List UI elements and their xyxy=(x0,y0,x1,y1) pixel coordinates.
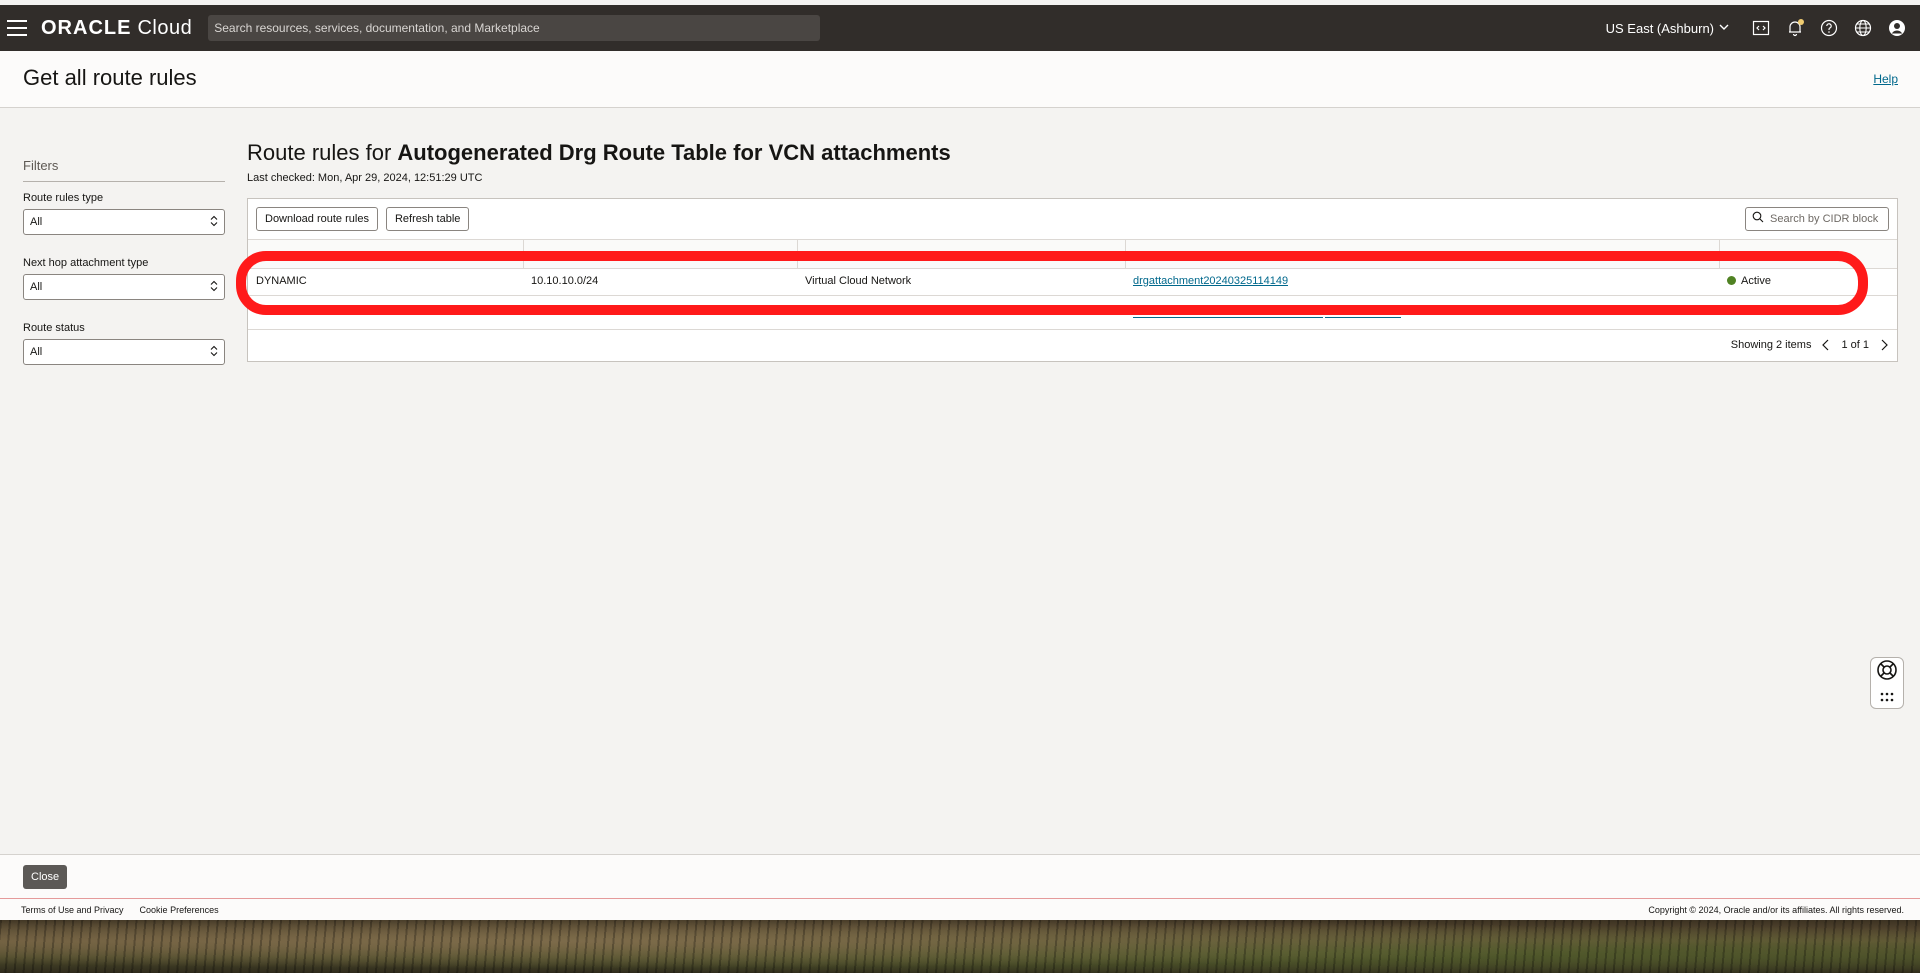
route-type-cell: DYNAMIC xyxy=(256,275,307,287)
search-icon xyxy=(1752,210,1764,228)
cidr-search-input[interactable] xyxy=(1768,212,1890,226)
page-title: Get all route rules xyxy=(23,65,197,90)
legal-links: Terms of Use and Privacy Cookie Preferen… xyxy=(21,905,219,915)
route-rules-table: Download route rules Refresh table DYNAM… xyxy=(247,198,1898,362)
help-link[interactable]: Help xyxy=(1873,72,1898,86)
hamburger-menu-icon[interactable] xyxy=(7,20,27,36)
chevron-down-icon xyxy=(1718,21,1730,36)
select-arrows-icon xyxy=(210,345,218,360)
download-route-rules-button[interactable]: Download route rules xyxy=(256,207,378,231)
route-table-name: Autogenerated Drg Route Table for VCN at… xyxy=(397,140,951,165)
filters-panel: Filters Route rules type All Next hop at… xyxy=(23,158,225,387)
select-value: All xyxy=(30,346,43,358)
next-hop-type-cell: Virtual Cloud Network xyxy=(805,275,912,287)
table-toolbar: Download route rules Refresh table xyxy=(256,207,470,231)
select-arrows-icon xyxy=(210,280,218,295)
console-frame: ORACLECloud US East (Ashburn) xyxy=(0,0,1920,920)
next-hop-attachment-type-select[interactable]: All xyxy=(23,274,225,300)
filter-label: Next hop attachment type xyxy=(23,257,149,269)
route-table-title: Route rules for Autogenerated Drg Route … xyxy=(247,140,1898,166)
table-header-row xyxy=(248,239,1897,269)
cookie-preferences-link[interactable]: Cookie Preferences xyxy=(140,905,219,915)
partially-hidden-link[interactable] xyxy=(1133,317,1323,318)
global-search-input[interactable] xyxy=(208,15,821,41)
user-avatar-icon[interactable] xyxy=(1886,17,1908,39)
last-checked-timestamp: Last checked: Mon, Apr 29, 2024, 12:51:2… xyxy=(247,172,483,184)
table-row xyxy=(248,295,1897,324)
page-footer: Close xyxy=(0,854,1920,899)
terms-of-use-link[interactable]: Terms of Use and Privacy xyxy=(21,905,124,915)
lifebuoy-icon xyxy=(1876,659,1898,686)
brand-sub-text: Cloud xyxy=(137,16,193,39)
legal-bar: Terms of Use and Privacy Cookie Preferen… xyxy=(0,898,1920,920)
previous-page-button[interactable] xyxy=(1821,339,1831,351)
next-page-button[interactable] xyxy=(1879,339,1889,351)
filter-route-rules-type: Route rules type All xyxy=(23,192,225,235)
refresh-table-button[interactable]: Refresh table xyxy=(385,207,470,231)
support-widget[interactable] xyxy=(1870,657,1904,709)
table-row: DYNAMIC 10.10.10.0/24 Virtual Cloud Netw… xyxy=(248,267,1897,295)
status-label: Active xyxy=(1741,275,1771,287)
copyright-text: Copyright © 2024, Oracle and/or its affi… xyxy=(1648,905,1904,915)
column-divider[interactable] xyxy=(1719,240,1720,268)
top-navigation-bar: ORACLECloud US East (Ashburn) xyxy=(0,5,1920,51)
attachment-link[interactable]: drgattachment20240325114149 xyxy=(1133,267,1288,295)
bell-icon[interactable] xyxy=(1784,17,1806,39)
cidr-search-field[interactable] xyxy=(1745,207,1890,231)
status-cell: Active xyxy=(1727,267,1771,295)
brand-main-text: ORACLE xyxy=(41,16,132,39)
region-label: US East (Ashburn) xyxy=(1605,20,1714,36)
filters-title: Filters xyxy=(23,158,225,182)
globe-icon[interactable] xyxy=(1852,17,1874,39)
main-content: Route rules for Autogenerated Drg Route … xyxy=(247,140,1898,362)
app-grid-icon xyxy=(1879,689,1895,707)
filter-next-hop-attachment-type: Next hop attachment type All xyxy=(23,257,225,300)
filter-label: Route rules type xyxy=(23,192,104,204)
oracle-cloud-logo[interactable]: ORACLE Cloud xyxy=(41,17,192,40)
column-divider[interactable] xyxy=(523,240,524,268)
status-active-dot-icon xyxy=(1727,276,1736,285)
filter-route-status: Route status All xyxy=(23,322,225,365)
partially-hidden-link[interactable] xyxy=(1325,317,1401,318)
notification-dot xyxy=(1798,19,1804,25)
page-header: Get all route rules Help xyxy=(0,51,1920,108)
select-value: All xyxy=(30,281,43,293)
column-divider[interactable] xyxy=(1125,240,1126,268)
column-divider[interactable] xyxy=(797,240,798,268)
topbar-right-controls: US East (Ashburn) xyxy=(1606,5,1920,51)
destination-cidr-cell: 10.10.10.0/24 xyxy=(531,275,599,287)
filter-label: Route status xyxy=(23,322,85,334)
region-selector[interactable]: US East (Ashburn) xyxy=(1606,21,1730,36)
showing-items-count: Showing 2 items xyxy=(1730,339,1812,351)
help-circle-icon[interactable] xyxy=(1818,17,1840,39)
close-button[interactable]: Close xyxy=(23,865,68,889)
table-pagination-row: Showing 2 items 1 of 1 xyxy=(248,329,1897,363)
page-indicator: 1 of 1 xyxy=(1841,339,1869,351)
route-rules-type-select[interactable]: All xyxy=(23,209,225,235)
pagination: Showing 2 items 1 of 1 xyxy=(1731,339,1889,351)
background-landscape-image xyxy=(0,920,1920,973)
route-status-select[interactable]: All xyxy=(23,339,225,365)
title-prefix: Route rules for xyxy=(247,140,398,165)
select-value: All xyxy=(30,216,43,228)
code-editor-icon[interactable] xyxy=(1750,17,1772,39)
select-arrows-icon xyxy=(210,215,218,230)
